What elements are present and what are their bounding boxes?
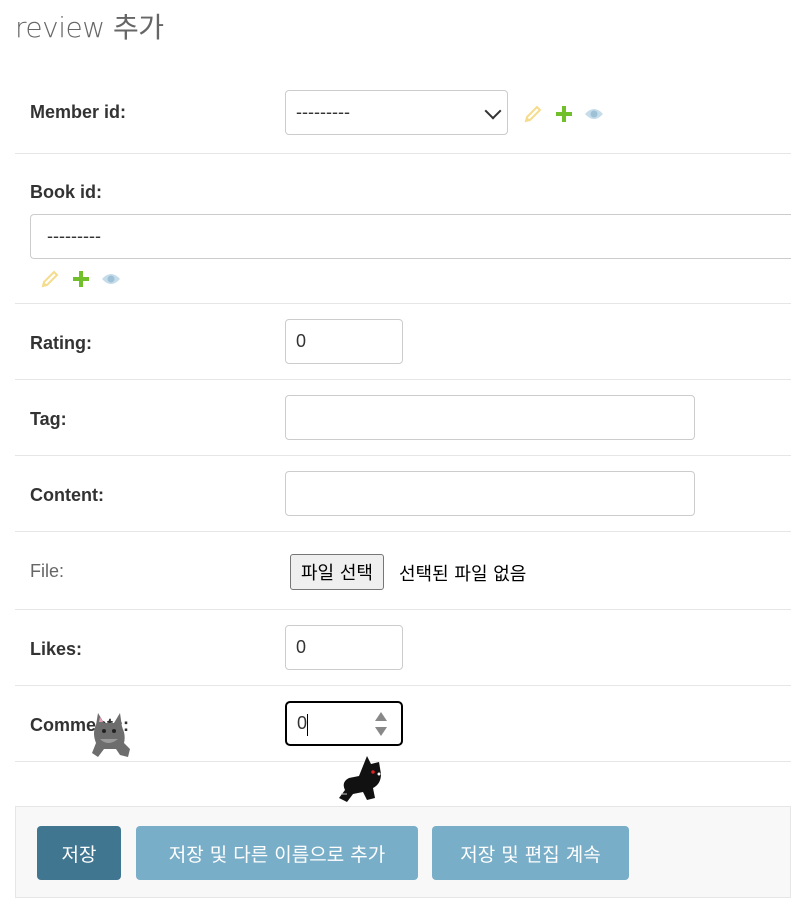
- rating-input[interactable]: 0: [285, 319, 403, 364]
- gray-cat-sprite-icon: [90, 709, 136, 764]
- save-button[interactable]: 저장: [37, 826, 121, 880]
- field-row-rating: Rating: 0: [15, 304, 791, 380]
- tag-input[interactable]: [285, 395, 695, 440]
- rating-value: 0: [296, 331, 307, 351]
- save-as-new-button[interactable]: 저장 및 다른 이름으로 추가: [136, 826, 418, 880]
- content-input[interactable]: [285, 471, 695, 516]
- book-id-select[interactable]: ---------: [30, 214, 791, 259]
- likes-input[interactable]: 0: [285, 625, 403, 670]
- choose-file-button[interactable]: 파일 선택: [290, 554, 384, 590]
- plus-icon[interactable]: [556, 106, 572, 122]
- book-id-selected-value: ---------: [47, 226, 101, 246]
- eye-icon[interactable]: [584, 107, 604, 121]
- pencil-icon[interactable]: [524, 105, 542, 123]
- likes-value: 0: [296, 637, 307, 657]
- rating-label: Rating:: [30, 333, 92, 353]
- text-cursor: [307, 714, 308, 736]
- tag-label: Tag:: [30, 409, 67, 429]
- eye-icon[interactable]: [101, 272, 121, 286]
- review-form: Member id: --------- Book id: ---------: [15, 73, 791, 762]
- chevron-down-icon: [484, 102, 502, 119]
- submit-row: 저장 저장 및 다른 이름으로 추가 저장 및 편집 계속: [15, 806, 791, 898]
- file-label: File:: [30, 561, 65, 581]
- content-label: Content:: [30, 485, 104, 505]
- save-and-continue-button[interactable]: 저장 및 편집 계속: [432, 826, 629, 880]
- plus-icon[interactable]: [73, 271, 89, 287]
- number-spinner-icon[interactable]: [374, 711, 388, 737]
- comments-value: 0: [297, 713, 308, 733]
- field-row-content: Content:: [15, 456, 791, 532]
- page-title: review 추가: [15, 11, 164, 44]
- field-row-member-id: Member id: ---------: [15, 73, 791, 154]
- member-id-select[interactable]: ---------: [285, 90, 508, 135]
- comments-input[interactable]: 0: [285, 701, 403, 746]
- likes-label: Likes:: [30, 639, 83, 659]
- member-id-selected-value: ---------: [296, 102, 350, 122]
- field-row-file: File: 파일 선택 선택된 파일 없음: [15, 532, 791, 610]
- field-row-likes: Likes: 0: [15, 610, 791, 686]
- black-cat-sprite-icon: [337, 754, 387, 809]
- member-id-label: Member id:: [30, 102, 127, 122]
- field-row-book-id: Book id: ---------: [15, 154, 791, 304]
- book-id-label: Book id:: [30, 182, 102, 202]
- file-status-text: 선택된 파일 없음: [399, 564, 527, 585]
- field-row-tag: Tag:: [15, 380, 791, 456]
- pencil-icon[interactable]: [41, 270, 59, 288]
